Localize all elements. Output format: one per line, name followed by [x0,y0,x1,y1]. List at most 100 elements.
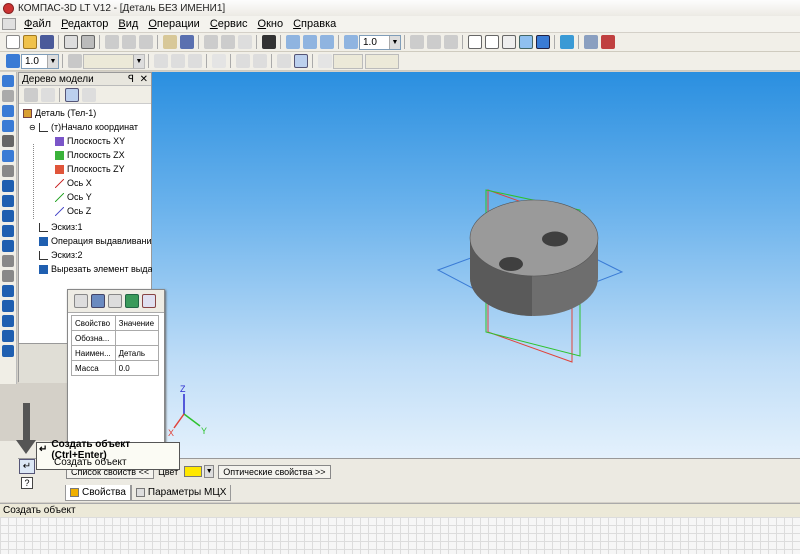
copy-icon[interactable] [121,35,136,49]
dimensions-icon[interactable] [2,135,14,147]
local-snap-icon[interactable] [293,54,308,68]
step-icon[interactable] [5,54,20,68]
refresh-icon[interactable] [237,35,252,49]
menu-file[interactable]: Файл [19,18,56,30]
material-icon[interactable] [124,294,139,308]
tab-properties[interactable]: Свойства [65,485,131,501]
tree-show-icon[interactable] [64,87,79,102]
collapse-icon[interactable]: ⊖ [29,123,37,132]
part-props-icon[interactable] [90,294,105,308]
rotate-body-icon[interactable] [2,195,14,207]
tree-structure-icon[interactable] [40,87,55,102]
layer-combo[interactable]: ▼ [83,53,145,69]
chevron-down-icon[interactable]: ▼ [389,35,400,49]
undo-icon[interactable] [203,35,218,49]
help-icon[interactable]: ? [21,477,33,489]
print-icon[interactable] [80,35,95,49]
tree-item-cut-extrusion[interactable]: Вырезать элемент выдав [39,264,157,274]
paste-icon[interactable] [138,35,153,49]
open-file-icon[interactable] [22,35,37,49]
zoom-out-icon[interactable] [319,35,334,49]
chamfer-icon[interactable] [2,270,14,282]
ortho-icon[interactable] [252,54,267,68]
cut-extrude-icon[interactable] [2,240,14,252]
menu-help[interactable]: Справка [288,18,341,30]
help-pointer-icon[interactable] [261,35,276,49]
settings-icon[interactable] [600,35,615,49]
document-menu-icon[interactable] [2,18,16,30]
parametric-icon[interactable] [170,54,185,68]
shaded-edges-icon[interactable] [535,35,550,49]
pan-icon[interactable] [409,35,424,49]
measure-icon[interactable] [2,165,14,177]
hidden-lines-icon[interactable] [484,35,499,49]
tree-item-axis-y[interactable]: Ось Y [55,192,92,202]
kinematic-icon[interactable] [2,210,14,222]
props-close-icon[interactable] [141,294,156,308]
mirror-icon[interactable] [2,345,14,357]
fillet-icon[interactable] [2,255,14,267]
spatial-curves-icon[interactable] [2,90,14,102]
close-icon[interactable]: ✕ [140,74,148,85]
menu-service[interactable]: Сервис [205,18,253,30]
chevron-down-icon[interactable]: ▼ [133,54,144,68]
model-edit-icon[interactable] [2,75,14,87]
chevron-down-icon[interactable]: ▼ [204,465,215,478]
zoom-in-icon[interactable] [302,35,317,49]
hole-icon[interactable] [2,285,14,297]
table-row[interactable]: Обозна... [71,330,160,346]
menu-edit[interactable]: Редактор [56,18,113,30]
aux-geometry-icon[interactable] [2,120,14,132]
tree-item-plane-zx[interactable]: Плоскость ZX [55,150,125,160]
save-icon[interactable] [39,35,54,49]
zoom-window-icon[interactable] [285,35,300,49]
tree-item-plane-xy[interactable]: Плоскость XY [55,136,125,146]
snap-icon[interactable] [276,54,291,68]
zoom-combo[interactable]: 1.0 ▼ [359,34,401,50]
coord-y-field[interactable] [365,53,399,69]
tree-item-axis-x[interactable]: Ось X [55,178,92,188]
create-object-button[interactable]: ↵ [19,459,35,474]
shell-icon[interactable] [2,315,14,327]
coord-x-field[interactable] [333,53,363,69]
tree-item-sketch-1[interactable]: Эскиз:1 [39,222,83,232]
tree-item-plane-zy[interactable]: Плоскость ZY [55,164,125,174]
menu-operations[interactable]: Операции [143,18,204,30]
tree-item-part[interactable]: Деталь (Тел-1) [23,108,96,118]
print-preview-icon[interactable] [63,35,78,49]
shaded-icon[interactable] [518,35,533,49]
thin-lines-icon[interactable] [501,35,516,49]
filter-icon[interactable] [583,35,598,49]
normal-view-icon[interactable] [187,54,202,68]
table-row[interactable]: Масса 0.0 [71,360,160,376]
tree-item-axis-z[interactable]: Ось Z [55,206,91,216]
coordinates-icon[interactable] [317,54,332,68]
loft-icon[interactable] [2,225,14,237]
surfaces-icon[interactable] [2,105,14,117]
perspective-icon[interactable] [559,35,574,49]
sketch-icon[interactable] [67,54,82,68]
color-swatch[interactable] [184,466,203,477]
pin-icon[interactable]: ꟼ [128,74,134,85]
tree-order-icon[interactable] [23,87,38,102]
new-file-icon[interactable] [5,35,20,49]
chevron-down-icon[interactable]: ▼ [47,54,58,68]
object-props-icon[interactable] [73,294,88,308]
step-combo[interactable]: 1.0 ▼ [21,53,59,69]
zoom-icon[interactable] [343,35,358,49]
filter-objects-icon[interactable] [2,150,14,162]
orientation-icon[interactable] [443,35,458,49]
tree-item-origin[interactable]: ⊖ (т)Начало координат [29,122,138,132]
tab-mass-properties[interactable]: Параметры МЦХ [130,485,232,501]
redo-icon[interactable] [220,35,235,49]
array-icon[interactable] [2,330,14,342]
tree-list-icon[interactable] [81,87,96,102]
rib-icon[interactable] [2,300,14,312]
lcs-icon[interactable] [235,54,250,68]
tree-item-extrusion[interactable]: Операция выдавливания [39,236,156,246]
extrude-icon[interactable] [2,180,14,192]
optical-properties-button[interactable]: Оптические свойства >> [218,464,331,479]
menu-view[interactable]: Вид [113,18,143,30]
model-viewport[interactable]: Z Y X [152,72,800,458]
list-props-icon[interactable] [107,294,122,308]
